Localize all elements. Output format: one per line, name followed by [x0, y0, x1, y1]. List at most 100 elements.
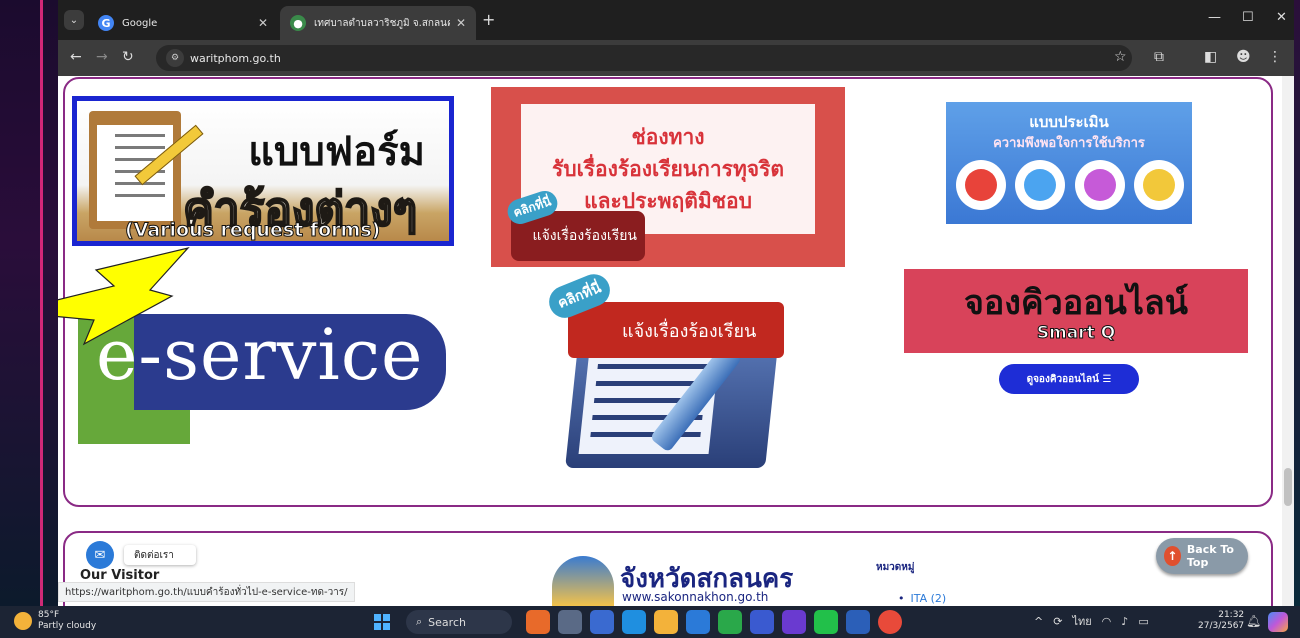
report-badge: แจ้งเรื่องร้องเรียน [568, 302, 784, 358]
copilot-icon[interactable] [1268, 612, 1288, 632]
profile-avatar-icon[interactable]: ☻ [1236, 49, 1251, 65]
reload-icon[interactable]: ↻ [122, 49, 134, 65]
page-content: แบบฟอร์ม คำร้องต่างๆ (Various request fo… [58, 76, 1294, 606]
smile-face-icon [1074, 160, 1125, 210]
browser-toolbar: ← → ↻ ⚙ waritphom.go.th ☆ ⧉ ◧ ☻ ⋮ [58, 40, 1294, 76]
line-icon[interactable] [814, 610, 838, 634]
desktop-wallpaper-right [1294, 0, 1300, 606]
maximize-icon[interactable]: ☐ [1242, 10, 1254, 25]
search-icon: ⌕ [416, 615, 423, 628]
site-favicon-icon: ● [290, 15, 306, 31]
status-url: https://waritphom.go.th/แบบคำร้องทั่วไป-… [58, 582, 355, 602]
taskbar-clock[interactable]: 21:32 27/3/2567 [1198, 610, 1244, 632]
category-heading: หมวดหมู่ [876, 562, 915, 573]
widgets-icon[interactable] [590, 610, 614, 634]
extensions-icon[interactable]: ⧉ [1154, 49, 1164, 65]
desktop-wallpaper-left [0, 0, 58, 606]
word-icon[interactable] [846, 610, 870, 634]
start-icon[interactable] [374, 614, 390, 630]
weather-icon [14, 612, 32, 630]
complaint-line1: ช่องทาง [631, 125, 705, 149]
new-tab-icon[interactable]: + [482, 10, 495, 29]
windows-taskbar: 85°F Partly cloudy ⌕ Search ^ ⟳ ไทย ◠ ♪ ▭… [0, 606, 1300, 638]
survey-subtitle: ความพึงพอใจการใช้บริการ [993, 136, 1145, 151]
scrollbar-thumb[interactable] [1284, 468, 1292, 506]
queue-subtitle: Smart Q [1036, 323, 1116, 344]
side-panel-icon[interactable]: ◧ [1204, 49, 1217, 65]
tab-waritphom[interactable]: ● เทศบาลตำบลวาริชภูมิ จ.สกลนคร – ✕ [280, 6, 476, 40]
clipboard-icon [89, 111, 204, 229]
close-window-icon[interactable]: ✕ [1276, 10, 1287, 25]
copilot-app-icon[interactable] [782, 610, 806, 634]
tab-search-icon[interactable]: ⌄ [64, 10, 84, 30]
weather-temp: 85°F [38, 610, 60, 620]
task-view-icon[interactable] [558, 610, 582, 634]
province-link[interactable]: จังหวัดสกลนคร www.sakonnakhon.go.th [552, 556, 812, 606]
badge-label: แจ้งเรื่องร้องเรียน [532, 228, 637, 244]
category-item-ita[interactable]: ITA (2) [898, 592, 947, 605]
notification-bell-icon[interactable]: 🔔︎ [1246, 614, 1261, 628]
file-explorer-icon[interactable] [654, 610, 678, 634]
address-text: waritphom.go.th [190, 51, 281, 65]
back-to-top-label: Back To Top [1186, 543, 1234, 569]
laugh-face-icon [1133, 160, 1184, 210]
pointer-arrow-icon [58, 246, 190, 346]
taskbar-search[interactable]: ⌕ Search [406, 610, 512, 634]
address-bar[interactable]: ⚙ waritphom.go.th [156, 45, 1132, 71]
tab-bar: ⌄ G Google ✕ ● เทศบาลตำบลวาริชภูมิ จ.สกล… [58, 0, 1294, 40]
forward-icon[interactable]: → [96, 49, 108, 65]
search-label: Search [428, 615, 466, 629]
close-tab-icon[interactable]: ✕ [258, 16, 268, 30]
taskbar-apps [526, 610, 902, 634]
view-queue-button[interactable]: ดูจองคิวออนไลน์ ☰ [999, 364, 1139, 394]
photos-icon[interactable] [750, 610, 774, 634]
clock-date: 27/3/2567 [1198, 621, 1245, 631]
queue-title: จองคิวออนไลน์ [963, 283, 1189, 323]
page-scrollbar[interactable] [1282, 76, 1294, 606]
tab-label: Google [122, 17, 158, 29]
bookmark-star-icon[interactable]: ☆ [1114, 49, 1127, 65]
satisfaction-survey-banner[interactable]: แบบประเมิน ความพึงพอใจการใช้บริการ [946, 102, 1192, 224]
close-tab-icon[interactable]: ✕ [456, 16, 466, 30]
complaint-report-badge: คลิกที่นี่ แจ้งเรื่องร้องเรียน [504, 187, 645, 261]
app-icon[interactable] [526, 610, 550, 634]
xbox-icon[interactable] [718, 610, 742, 634]
wifi-icon[interactable]: ◠ [1102, 615, 1112, 628]
mail-icon[interactable] [686, 610, 710, 634]
arrow-up-icon: ↑ [1164, 546, 1181, 566]
chevron-up-icon[interactable]: ^ [1034, 615, 1043, 628]
online-queue-banner[interactable]: จองคิวออนไลน์ Smart Q [904, 269, 1248, 353]
province-url: www.sakonnakhon.go.th [622, 590, 769, 604]
tab-google[interactable]: G Google ✕ [88, 6, 278, 40]
complaint-line2: รับเรื่องร้องเรียนการทุจริต [551, 157, 785, 181]
report-complaint-banner[interactable]: แจ้งเรื่องร้องเรียน คลิกที่นี่ [544, 269, 792, 476]
survey-title: แบบประเมิน [1029, 113, 1109, 131]
clock-time: 21:32 [1218, 610, 1245, 620]
back-icon[interactable]: ← [70, 49, 82, 65]
request-forms-banner[interactable]: แบบฟอร์ม คำร้องต่างๆ (Various request fo… [72, 96, 454, 246]
forms-english: (Various request forms) [124, 219, 381, 242]
edge-icon[interactable] [622, 610, 646, 634]
volume-icon[interactable]: ♪ [1121, 615, 1128, 628]
system-tray: ^ ⟳ ไทย ◠ ♪ ▭ [1034, 612, 1149, 630]
visitor-title: Our Visitor [80, 568, 160, 583]
neutral-face-icon [1015, 160, 1066, 210]
province-seal-icon [552, 556, 614, 606]
sync-icon[interactable]: ⟳ [1053, 615, 1062, 628]
battery-icon[interactable]: ▭ [1138, 615, 1148, 628]
chrome-icon[interactable] [878, 610, 902, 634]
google-icon: G [98, 15, 114, 31]
corruption-complaint-banner[interactable]: ช่องทาง รับเรื่องร้องเรียนการทุจริต และป… [491, 87, 845, 267]
language-indicator[interactable]: ไทย [1072, 612, 1091, 630]
minimize-icon[interactable]: — [1208, 10, 1221, 25]
back-to-top-button[interactable]: ↑ Back To Top [1156, 538, 1248, 574]
badge-label: แจ้งเรื่องร้องเรียน [622, 320, 757, 342]
contact-label[interactable]: ติดต่อเรา [124, 545, 196, 565]
chat-icon[interactable]: ✉ [86, 541, 114, 569]
site-info-icon[interactable]: ⚙ [166, 49, 184, 67]
angry-face-icon [956, 160, 1006, 210]
browser-window: ⌄ G Google ✕ ● เทศบาลตำบลวาริชภูมิ จ.สกล… [58, 0, 1294, 606]
weather-desc: Partly cloudy [38, 621, 97, 631]
menu-icon[interactable]: ⋮ [1268, 49, 1282, 65]
weather-widget[interactable]: 85°F Partly cloudy [14, 610, 96, 632]
